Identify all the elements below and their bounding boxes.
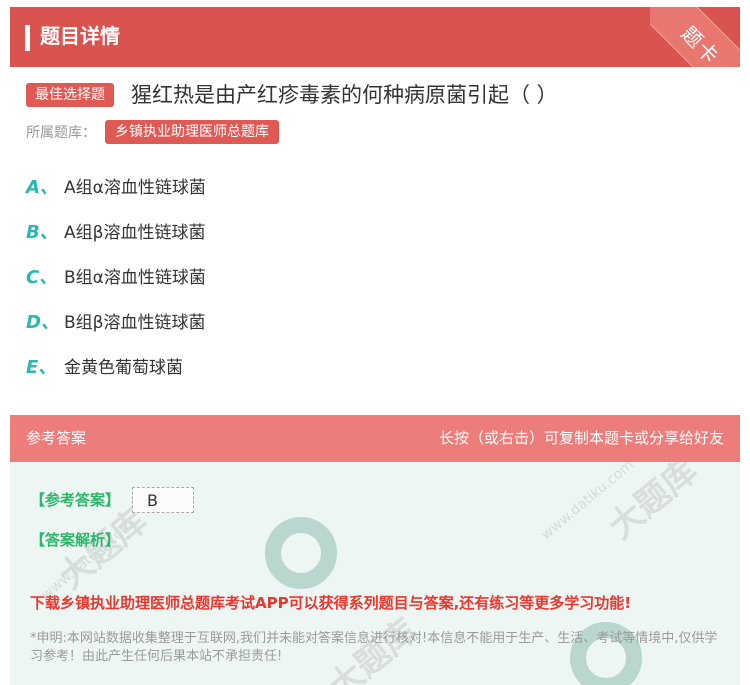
watermark-logo-icon	[265, 517, 337, 589]
option-e[interactable]: E、 金黄色葡萄球菌	[26, 353, 426, 383]
option-d[interactable]: D、 B组β溶血性链球菌	[26, 308, 426, 338]
option-a[interactable]: A、 A组α溶血性链球菌	[26, 173, 426, 203]
option-text: B组β溶血性链球菌	[64, 313, 206, 333]
corner-badge: 题卡	[650, 7, 740, 67]
disclaimer-text: *申明:本网站数据收集整理于互联网,我们并未能对答案信息进行核对!本信息不能用于…	[30, 631, 718, 664]
option-text: A组α溶血性链球菌	[64, 178, 206, 198]
answer-section-title: 参考答案	[26, 429, 87, 447]
option-letter: B、	[26, 222, 58, 243]
analysis-label: 【答案解析】	[30, 531, 121, 549]
question-type-badge: 最佳选择题	[26, 83, 114, 107]
page-title: 题目详情	[40, 24, 120, 48]
option-letter: E、	[26, 357, 57, 378]
answer-section-header: 参考答案 长按（或右击）可复制本题卡或分享给好友	[10, 415, 740, 462]
library-label: 所属题库：	[26, 125, 96, 141]
option-c[interactable]: C、 B组α溶血性链球菌	[26, 263, 426, 293]
option-letter: C、	[26, 267, 58, 288]
share-hint: 长按（或右击）可复制本题卡或分享给好友	[438, 429, 724, 447]
title-accent-bar	[25, 25, 30, 51]
question-row: 最佳选择题 猩红热是由产红疹毒素的何种病原菌引起（ ）	[26, 80, 736, 112]
answer-label: 【参考答案】	[30, 491, 121, 509]
corner-ribbon-label: 题卡	[650, 7, 740, 67]
question-text: 猩红热是由产红疹毒素的何种病原菌引起（ ）	[131, 83, 558, 107]
option-text: A组β溶血性链球菌	[64, 223, 206, 243]
option-text: 金黄色葡萄球菌	[64, 358, 183, 378]
answer-value: B	[132, 487, 194, 513]
library-link[interactable]: 乡镇执业助理医师总题库	[105, 120, 279, 144]
option-letter: D、	[26, 312, 59, 333]
header-bar: 题目详情 题卡	[10, 7, 740, 67]
answer-section-body: 大题库 大题库 大题库 www.datiku.com www.datiku.co…	[10, 462, 740, 685]
option-b[interactable]: B、 A组β溶血性链球菌	[26, 218, 426, 248]
option-letter: A、	[26, 177, 58, 198]
option-text: B组α溶血性链球菌	[64, 268, 206, 288]
download-app-promo[interactable]: 下载乡镇执业助理医师总题库考试APP可以获得系列题目与答案,还有练习等更多学习功…	[30, 592, 631, 613]
